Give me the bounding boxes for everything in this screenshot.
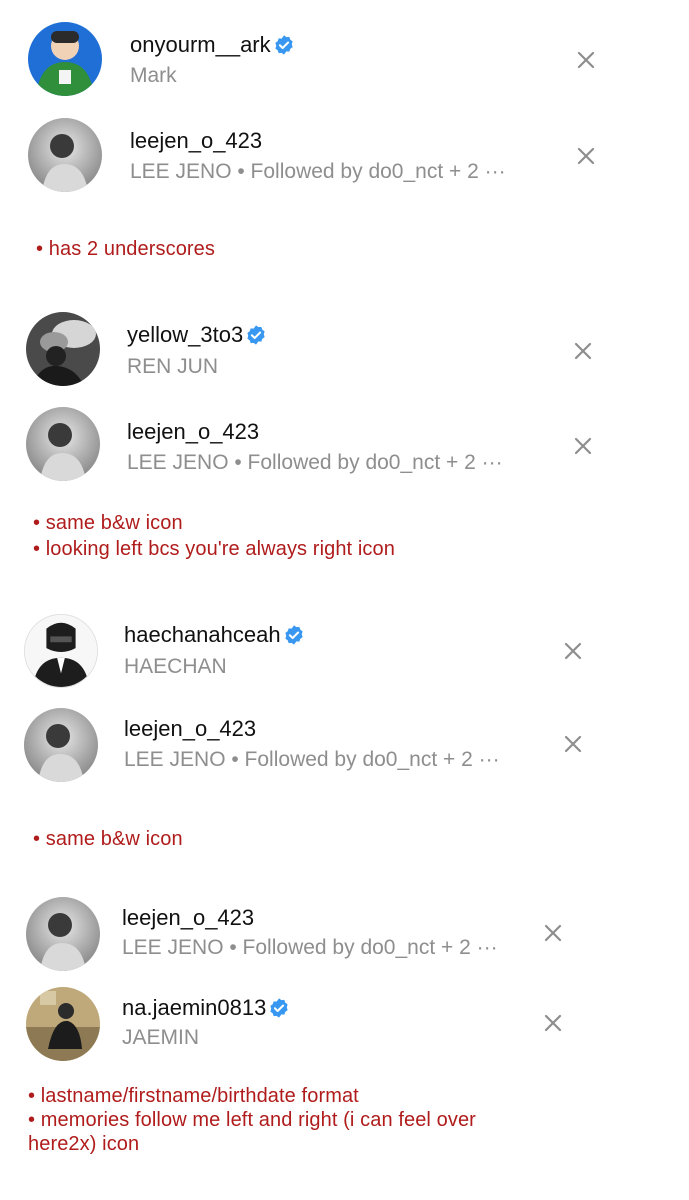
username[interactable]: yellow_3to3	[127, 322, 267, 348]
avatar[interactable]	[26, 987, 100, 1061]
subtitle: JAEMIN	[122, 1026, 200, 1049]
dismiss-close-icon[interactable]	[573, 436, 593, 456]
username[interactable]: leejen_o_423	[124, 716, 256, 742]
username-text[interactable]: leejen_o_423	[124, 716, 256, 742]
username-text[interactable]: leejen_o_423	[122, 905, 254, 931]
annotation-note: • has 2 underscores	[36, 237, 215, 261]
note-line: • has 2 underscores	[36, 238, 215, 260]
username-text[interactable]: leejen_o_423	[130, 128, 262, 154]
username[interactable]: leejen_o_423	[130, 128, 262, 154]
avatar[interactable]	[26, 897, 100, 971]
suggestion-row[interactable]: leejen_o_423 LEE JENO • Followed by do0_…	[0, 407, 689, 487]
username-text[interactable]: leejen_o_423	[127, 419, 259, 445]
username[interactable]: haechanahceah	[124, 622, 305, 648]
dismiss-close-icon[interactable]	[576, 50, 596, 70]
username[interactable]: onyourm__ark	[130, 32, 295, 58]
avatar[interactable]	[26, 312, 100, 386]
annotation-note: • same b&w icon • looking left bcs you'r…	[33, 511, 395, 561]
subtitle: LEE JENO • Followed by do0_nct + 2 ···	[124, 748, 500, 771]
dismiss-close-icon[interactable]	[563, 734, 583, 754]
suggestion-row[interactable]: leejen_o_423 LEE JENO • Followed by do0_…	[0, 706, 689, 786]
subtitle: Mark	[130, 64, 177, 87]
subtitle: HAECHAN	[124, 655, 227, 678]
suggestion-row[interactable]: leejen_o_423 LEE JENO • Followed by do0_…	[0, 895, 689, 975]
verified-badge-icon	[284, 625, 303, 645]
subtitle: LEE JENO • Followed by do0_nct + 2 ···	[127, 451, 503, 474]
username-text[interactable]: yellow_3to3	[127, 322, 243, 348]
avatar[interactable]	[24, 708, 98, 782]
username-text[interactable]: haechanahceah	[124, 622, 281, 648]
dismiss-close-icon[interactable]	[543, 923, 563, 943]
subtitle: LEE JENO • Followed by do0_nct + 2 ···	[122, 936, 498, 959]
avatar[interactable]	[28, 22, 102, 96]
verified-badge-icon	[247, 325, 265, 345]
annotation-note: • lastname/firstname/birthdate format • …	[28, 1084, 476, 1156]
suggestion-row[interactable]: yellow_3to3 REN JUN	[0, 312, 689, 392]
verified-badge-icon	[270, 998, 288, 1018]
note-line: • same b&w icon	[33, 512, 183, 534]
annotation-note: • same b&w icon	[33, 827, 183, 851]
note-line: • lastname/firstname/birthdate format	[28, 1085, 359, 1107]
dismiss-close-icon[interactable]	[573, 341, 593, 361]
avatar[interactable]	[24, 614, 98, 688]
dismiss-close-icon[interactable]	[563, 641, 583, 661]
suggestion-row[interactable]: na.jaemin0813 JAEMIN	[0, 985, 689, 1065]
suggestion-row[interactable]: leejen_o_423 LEE JENO • Followed by do0_…	[0, 116, 689, 196]
note-line: here2x) icon	[28, 1133, 140, 1155]
suggestion-row[interactable]: haechanahceah HAECHAN	[0, 612, 689, 692]
username[interactable]: na.jaemin0813	[122, 995, 290, 1021]
verified-badge-icon	[275, 35, 293, 55]
note-line: • looking left bcs you're always right i…	[33, 538, 395, 560]
subtitle: LEE JENO • Followed by do0_nct + 2 ···	[130, 160, 506, 183]
suggestion-row[interactable]: onyourm__ark Mark	[0, 20, 689, 100]
suggested-accounts-comparison: onyourm__ark Mark leejen_o_423 LEE JENO …	[0, 0, 689, 1200]
subtitle: REN JUN	[127, 355, 219, 378]
avatar[interactable]	[26, 407, 100, 481]
dismiss-close-icon[interactable]	[576, 146, 596, 166]
username[interactable]: leejen_o_423	[127, 419, 259, 445]
username-text[interactable]: na.jaemin0813	[122, 995, 266, 1021]
note-line: • memories follow me left and right (i c…	[28, 1109, 476, 1131]
note-line: • same b&w icon	[33, 828, 183, 850]
avatar[interactable]	[28, 118, 102, 192]
username-text[interactable]: onyourm__ark	[130, 32, 271, 58]
username[interactable]: leejen_o_423	[122, 905, 254, 931]
dismiss-close-icon[interactable]	[543, 1013, 563, 1033]
